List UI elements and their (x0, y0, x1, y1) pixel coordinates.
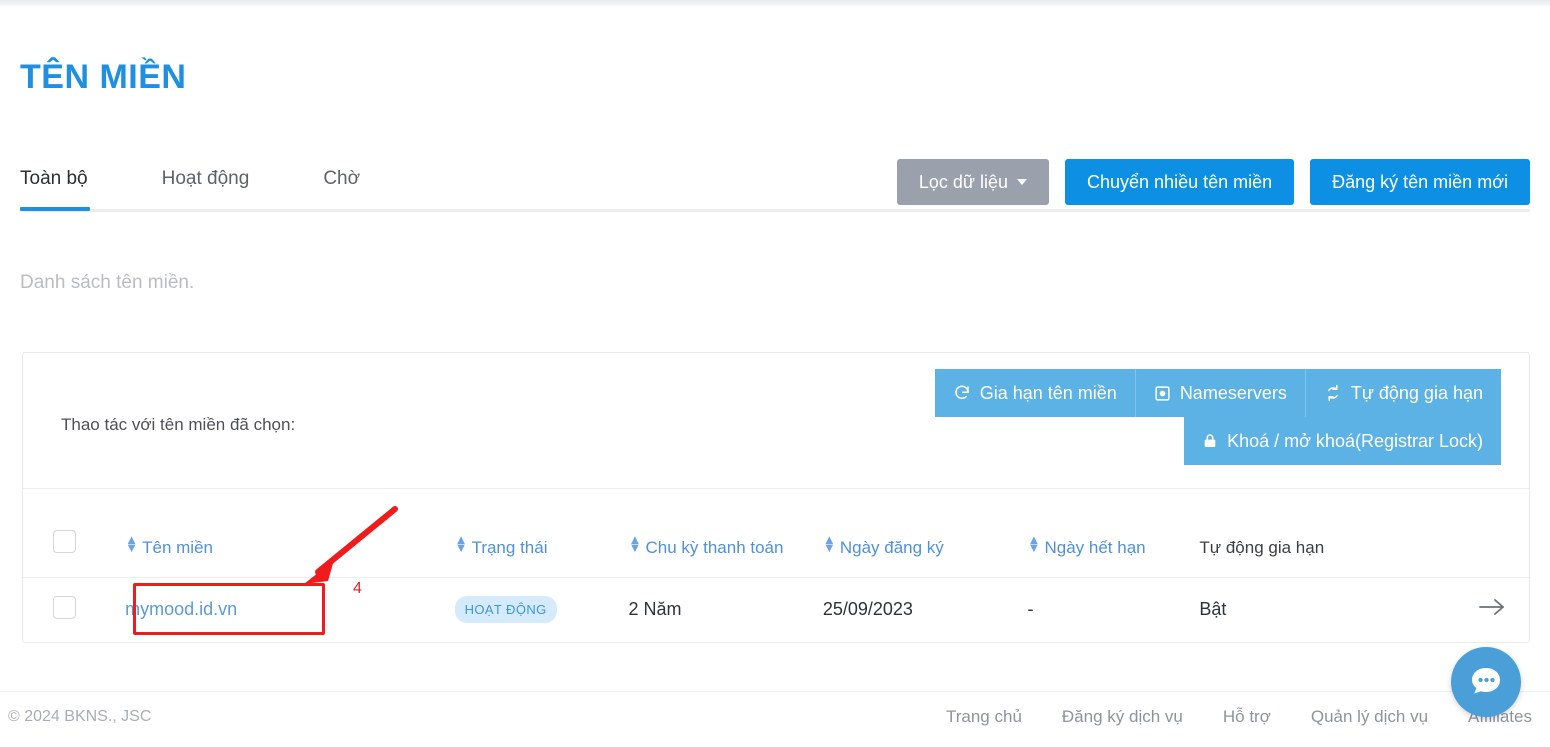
table-header-row: ▲▼ Tên miền ▲▼ Trạng thái ▲▼ Chu kỳ thanh t… (23, 489, 1529, 577)
footer-links: Trang chủ Đăng ký dịch vụ Hỗ trợ Quản lý… (946, 707, 1532, 727)
col-header-autorenew: Tự động gia hạn (1191, 489, 1437, 577)
footer-link-manage-service[interactable]: Quản lý dịch vụ (1311, 707, 1428, 727)
row-select-cell (23, 577, 117, 642)
autorenew-button[interactable]: Tự động gia hạn (1305, 369, 1501, 417)
tab-divider (20, 209, 1530, 212)
lock-icon (1202, 432, 1218, 450)
sort-icon: ▲▼ (455, 536, 465, 552)
renew-domain-label: Gia hạn tên miền (980, 383, 1117, 404)
copyright-text: © 2024 BKNS., JSC (8, 708, 151, 726)
bulk-actions-row-1: Gia hạn tên miền Nameservers (35, 369, 1517, 417)
sort-icon: ▲▼ (823, 536, 833, 552)
page-subtitle: Danh sách tên miền. (20, 272, 194, 294)
page-footer: © 2024 BKNS., JSC Trang chủ Đăng ký dịch… (0, 691, 1550, 747)
registrar-lock-button[interactable]: Khoá / mở khoá(Registrar Lock) (1184, 417, 1501, 465)
col-header-expires[interactable]: ▲▼ Ngày hết hạn (1019, 489, 1191, 577)
autorenew-icon (1324, 384, 1342, 402)
status-badge: HOẠT ĐỘNG (455, 596, 557, 623)
tab-active-indicator (20, 207, 90, 211)
cell-detail-action (1437, 577, 1529, 642)
col-header-expires-label: Ngày hết hạn (1044, 538, 1145, 557)
col-header-domain-label: Tên miền (142, 538, 213, 557)
col-header-cycle[interactable]: ▲▼ Chu kỳ thanh toán (620, 489, 814, 577)
col-header-registered-label: Ngày đăng ký (840, 538, 944, 557)
col-header-domain[interactable]: ▲▼ Tên miền (117, 489, 446, 577)
toolbar-buttons: Lọc dữ liệu Chuyển nhiều tên miền Đăng k… (897, 159, 1530, 205)
bulk-actions-label: Thao tác với tên miền đã chọn: (61, 415, 295, 435)
page-title: TÊN MIỀN (20, 58, 186, 97)
cell-autorenew: Bật (1191, 577, 1437, 642)
col-header-registered[interactable]: ▲▼ Ngày đăng ký (815, 489, 1020, 577)
table-row: mymood.id.vn HOẠT ĐỘNG 2 Năm 25/09/2023 … (23, 577, 1529, 642)
registrar-lock-label: Khoá / mở khoá(Registrar Lock) (1227, 431, 1483, 452)
sort-icon: ▲▼ (1027, 536, 1037, 552)
nameservers-button[interactable]: Nameservers (1135, 369, 1305, 417)
top-bar-edge (0, 0, 1550, 7)
cell-registered: 25/09/2023 (815, 577, 1020, 642)
select-all-header (23, 489, 117, 577)
domain-list-page: TÊN MIỀN Toàn bộ Hoạt động Chờ Lọc dữ li… (0, 0, 1550, 747)
chat-widget-button[interactable] (1451, 647, 1521, 717)
nameservers-label: Nameservers (1180, 383, 1287, 404)
row-checkbox[interactable] (53, 596, 76, 619)
col-header-status[interactable]: ▲▼ Trạng thái (447, 489, 621, 577)
footer-link-support[interactable]: Hỗ trợ (1223, 707, 1271, 727)
renew-domain-button[interactable]: Gia hạn tên miền (935, 369, 1135, 417)
chat-bubble-icon (1466, 662, 1506, 702)
domain-list-card: Thao tác với tên miền đã chọn: Gia hạn t… (22, 352, 1530, 643)
filter-button-label: Lọc dữ liệu (919, 172, 1008, 193)
tab-toan-bo[interactable]: Toàn bộ (20, 160, 88, 206)
register-domain-button[interactable]: Đăng ký tên miền mới (1310, 159, 1530, 205)
bulk-actions-bar: Thao tác với tên miền đã chọn: Gia hạn t… (23, 353, 1529, 489)
footer-link-register-service[interactable]: Đăng ký dịch vụ (1062, 707, 1183, 727)
footer-link-home[interactable]: Trang chủ (946, 707, 1022, 727)
domain-table: ▲▼ Tên miền ▲▼ Trạng thái ▲▼ Chu kỳ thanh t… (23, 489, 1529, 642)
domain-link[interactable]: mymood.id.vn (125, 599, 237, 619)
sort-icon: ▲▼ (125, 536, 135, 552)
cell-domain: mymood.id.vn (117, 577, 446, 642)
tab-hoat-dong[interactable]: Hoạt động (162, 160, 250, 206)
chevron-down-icon (1017, 179, 1027, 185)
col-header-status-label: Trạng thái (472, 538, 548, 557)
cell-expires: - (1019, 577, 1191, 642)
transfer-domains-button[interactable]: Chuyển nhiều tên miền (1065, 159, 1294, 205)
cell-cycle: 2 Năm (620, 577, 814, 642)
tab-cho[interactable]: Chờ (323, 160, 360, 206)
sort-icon: ▲▼ (628, 536, 638, 552)
arrow-right-icon[interactable] (1477, 596, 1507, 623)
col-header-actions (1437, 489, 1529, 577)
col-header-cycle-label: Chu kỳ thanh toán (645, 538, 783, 557)
select-all-checkbox[interactable] (53, 530, 76, 553)
server-icon (1154, 385, 1171, 402)
autorenew-label: Tự động gia hạn (1351, 383, 1483, 404)
cell-status: HOẠT ĐỘNG (447, 577, 621, 642)
filter-button[interactable]: Lọc dữ liệu (897, 159, 1049, 205)
refresh-icon (953, 384, 971, 402)
